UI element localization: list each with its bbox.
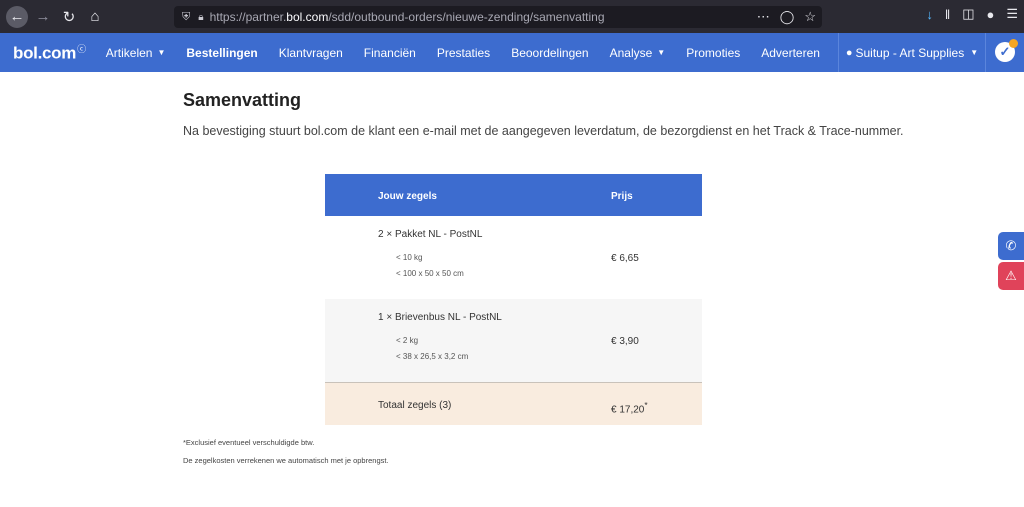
back-icon[interactable]: ← <box>6 5 28 28</box>
home-icon[interactable]: ⌂ <box>84 6 106 28</box>
pocket-icon[interactable]: ◯ <box>780 9 795 25</box>
chevron-down-icon: ▼ <box>157 48 166 57</box>
account-menu[interactable]: ● Suitup - Art Supplies ▼ <box>838 33 986 72</box>
app-header: bol.comⓒ Artikelen ▼ Bestellingen Klantvr… <box>0 33 1024 72</box>
vat-note: *Exclusief eventueel verschuldigde btw. <box>183 438 315 447</box>
nav-bestellingen[interactable]: Bestellingen <box>186 46 257 60</box>
header-price: Prijs <box>611 191 633 202</box>
notification-dot <box>1009 39 1018 48</box>
account-icon[interactable]: ● <box>986 7 994 22</box>
nav-prestaties[interactable]: Prestaties <box>437 46 490 60</box>
total-label: Totaal zegels (3) <box>378 400 452 411</box>
bookmark-star-icon[interactable]: ☆ <box>804 9 816 25</box>
account-name: Suitup - Art Supplies <box>855 45 965 60</box>
tasks-check-icon[interactable]: ✓ <box>995 39 1018 62</box>
row-item: 2 × Pakket NL - PostNL <box>378 229 483 240</box>
sidebar-icon[interactable]: ◫ <box>962 6 974 22</box>
intro-text: Na bevestiging stuurt bol.com de klant e… <box>183 124 904 138</box>
chevron-down-icon: ▼ <box>657 48 666 57</box>
settlement-note: De zegelkosten verrekenen we automatisch… <box>183 456 389 465</box>
phone-icon[interactable]: ✆ <box>998 232 1024 260</box>
row-weight: < 10 kg <box>396 253 423 262</box>
nav-adverteren[interactable]: Adverteren <box>761 46 820 60</box>
warning-icon[interactable]: ⚠ <box>998 262 1024 290</box>
lock-icon[interactable]: 🔒︎ <box>198 12 203 23</box>
user-icon: ● <box>845 46 853 59</box>
row-price: € 3,90 <box>611 336 639 347</box>
header-item: Jouw zegels <box>378 191 437 202</box>
forward-icon[interactable]: → <box>32 6 54 28</box>
stamp-summary-table: Jouw zegels Prijs 2 × Pakket NL - PostNL… <box>325 174 702 425</box>
row-dimensions: < 100 x 50 x 50 cm <box>396 269 464 278</box>
nav-klantvragen[interactable]: Klantvragen <box>279 46 343 60</box>
total-row: Totaal zegels (3) € 17,20* <box>325 382 702 425</box>
library-icon[interactable]: ‖ <box>945 7 950 22</box>
download-icon[interactable]: ↓ <box>926 7 933 22</box>
nav-beoordelingen[interactable]: Beoordelingen <box>511 46 588 60</box>
table-row: 1 × Brievenbus NL - PostNL < 2 kg < 38 x… <box>325 299 702 382</box>
row-price: € 6,65 <box>611 253 639 264</box>
nav-analyse[interactable]: Analyse ▼ <box>610 46 666 60</box>
row-dimensions: < 38 x 26,5 x 3,2 cm <box>396 352 469 361</box>
address-bar[interactable]: ⛨ 🔒︎ https://partner.bol.com/sdd/outboun… <box>174 6 822 28</box>
page-actions-icon[interactable]: ⋯ <box>757 9 770 25</box>
reload-icon[interactable]: ↻ <box>58 6 80 28</box>
nav-promoties[interactable]: Promoties <box>686 46 740 60</box>
browser-toolbar: ← → ↻ ⌂ ⛨ 🔒︎ https://partner.bol.com/sdd… <box>0 0 1024 33</box>
nav-artikelen[interactable]: Artikelen ▼ <box>106 46 166 60</box>
menu-icon[interactable]: ☰ <box>1006 6 1018 22</box>
chevron-down-icon: ▼ <box>970 48 979 57</box>
main-nav: Artikelen ▼ Bestellingen Klantvragen Fina… <box>106 46 841 60</box>
page-title: Samenvatting <box>183 90 302 110</box>
row-weight: < 2 kg <box>396 336 419 345</box>
table-header: Jouw zegels Prijs <box>325 174 702 216</box>
shield-icon[interactable]: ⛨ <box>182 11 190 24</box>
row-item: 1 × Brievenbus NL - PostNL <box>378 312 502 323</box>
bolcom-logo[interactable]: bol.comⓒ <box>13 42 86 64</box>
table-row: 2 × Pakket NL - PostNL < 10 kg < 100 x 5… <box>325 216 702 299</box>
logo-mark-icon: ⓒ <box>77 43 86 54</box>
nav-financien[interactable]: Financiën <box>364 46 416 60</box>
url-text[interactable]: https://partner.bol.com/sdd/outbound-ord… <box>210 10 605 24</box>
total-price: € 17,20* <box>611 400 648 416</box>
